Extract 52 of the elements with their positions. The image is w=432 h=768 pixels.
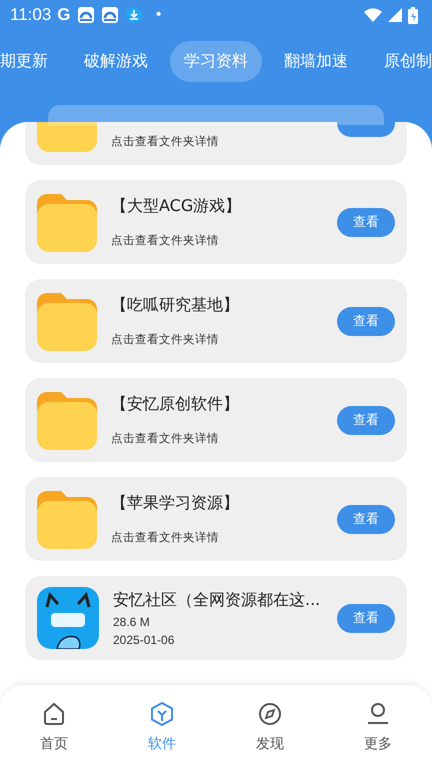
app-title: 安忆社区（全网资源都在这... — [113, 590, 322, 610]
folder-icon — [37, 291, 97, 351]
notification-dot: • — [154, 7, 163, 23]
folder-card[interactable]: 点击查看文件夹详情 — [25, 122, 407, 165]
folder-card[interactable]: 【安忆原创软件】 点击查看文件夹详情 查看 — [25, 378, 407, 462]
view-button[interactable]: 查看 — [337, 306, 395, 336]
app-date: 2025-01-06 — [113, 632, 176, 646]
folder-title: 【苹果学习资源】 — [111, 493, 240, 514]
folder-subtitle: 点击查看文件夹详情 — [111, 233, 220, 248]
folder-subtitle: 点击查看文件夹详情 — [111, 332, 220, 347]
signal-icon — [388, 8, 402, 22]
home-icon — [41, 700, 67, 726]
view-button[interactable]: 查看 — [337, 208, 395, 236]
folder-icon — [37, 192, 97, 252]
nav-tab[interactable]: 首页 — [0, 685, 108, 768]
category-tab[interactable]: 学习资料 — [170, 41, 262, 82]
folder-card[interactable]: 【苹果学习资源】 点击查看文件夹详情 查看 — [25, 477, 407, 561]
nav-tab[interactable]: 软件 — [108, 685, 216, 768]
status-time: 11:03 — [10, 5, 52, 25]
google-icon: G — [57, 5, 71, 25]
folder-icon — [37, 390, 97, 450]
app-notification-icon — [76, 6, 95, 24]
folder-subtitle: 点击查看文件夹详情 — [111, 134, 219, 149]
category-tab[interactable]: 期更新 — [0, 41, 62, 82]
nav-tab[interactable]: 发现 — [216, 685, 324, 768]
folder-icon — [37, 122, 97, 152]
folder-card[interactable]: 【大型ACG游戏】 点击查看文件夹详情 查看 — [25, 180, 407, 264]
folder-card[interactable]: 【吃呱研究基地】 点击查看文件夹详情 查看 — [25, 279, 407, 363]
category-tab[interactable]: 翻墙加速 — [270, 41, 362, 82]
download-icon — [124, 6, 143, 24]
app-notification-icon — [100, 6, 119, 24]
wifi-icon — [364, 7, 382, 23]
category-tab[interactable]: 破解游戏 — [70, 41, 162, 82]
folder-subtitle: 点击查看文件夹详情 — [111, 431, 220, 446]
folder-subtitle: 点击查看文件夹详情 — [111, 530, 220, 545]
view-button[interactable]: 查看 — [337, 604, 395, 632]
view-button[interactable] — [337, 122, 395, 137]
app-icon — [37, 587, 99, 649]
app-size: 28.6 M — [113, 614, 151, 628]
battery-icon — [408, 6, 418, 24]
nav-tab[interactable]: 更多 — [324, 685, 432, 768]
category-tab[interactable]: 原创制 — [370, 41, 432, 82]
app-card[interactable]: 安忆社区（全网资源都在这... 28.6 M 2025-01-06 查看 — [25, 576, 407, 660]
folder-title: 【安忆原创软件】 — [111, 394, 240, 415]
cube-icon — [149, 700, 175, 726]
folder-icon — [37, 489, 97, 549]
view-button[interactable]: 查看 — [337, 406, 395, 434]
folder-title: 【大型ACG游戏】 — [111, 196, 242, 217]
folder-title: 【吃呱研究基地】 — [111, 295, 240, 316]
user-icon — [365, 700, 391, 726]
compass-icon — [257, 700, 283, 726]
view-button[interactable]: 查看 — [337, 504, 395, 534]
